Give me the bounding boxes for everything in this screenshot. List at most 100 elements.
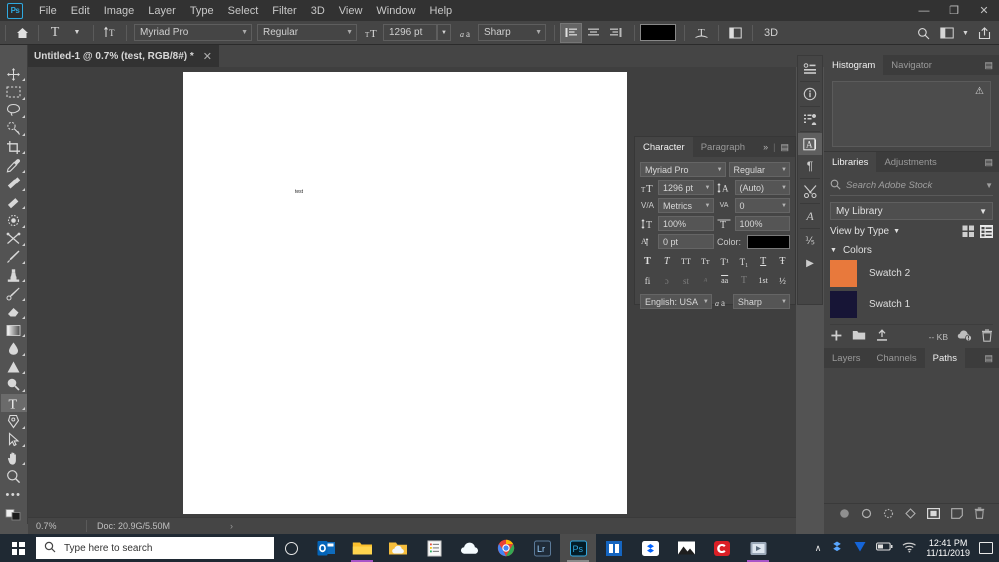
char-color-swatch[interactable] <box>747 234 790 249</box>
list-item[interactable]: Swatch 1 <box>830 291 993 318</box>
onedrive-folder-icon[interactable] <box>380 534 416 562</box>
tab-adjustments[interactable]: Adjustments <box>876 152 945 172</box>
canvas-text-layer[interactable]: test <box>295 189 303 195</box>
tab-layers[interactable]: Layers <box>824 348 869 368</box>
dodge-tool[interactable] <box>1 358 27 376</box>
photos-icon[interactable] <box>668 534 704 562</box>
windows-start-icon[interactable] <box>0 534 36 562</box>
crop-tool[interactable] <box>1 138 27 156</box>
make-work-path-icon[interactable] <box>904 507 916 522</box>
menu-view[interactable]: View <box>332 2 370 20</box>
marquee-tool[interactable] <box>1 83 27 101</box>
close-button[interactable]: ✕ <box>969 0 999 21</box>
kerning-select[interactable]: Metrics ▼ <box>658 198 714 213</box>
foreground-background-colors[interactable] <box>1 506 27 524</box>
titling-alternates-button[interactable]: aa <box>716 273 733 288</box>
media-player-icon[interactable] <box>740 534 776 562</box>
panel-menu-icon[interactable]: ▤ <box>984 60 993 71</box>
patch-tool[interactable] <box>1 193 27 211</box>
underline-button[interactable]: T <box>755 254 772 269</box>
menu-edit[interactable]: Edit <box>64 2 97 20</box>
font-size-select[interactable]: 1296 pt <box>383 24 437 41</box>
chevron-down-icon[interactable]: ▼ <box>66 23 88 43</box>
battery-icon[interactable] <box>876 541 893 555</box>
close-icon[interactable]: ✕ <box>203 50 212 63</box>
lasso-tool[interactable] <box>1 102 27 120</box>
bridge-icon[interactable] <box>596 534 632 562</box>
swash-button[interactable]: ᴬ <box>697 273 714 288</box>
document-tab[interactable]: Untitled-1 @ 0.7% (test, RGB/8#) * ✕ <box>22 45 219 67</box>
tab-libraries[interactable]: Libraries <box>824 152 877 172</box>
chevron-down-icon[interactable]: ▼ <box>437 24 451 41</box>
workspace-icon[interactable] <box>936 23 958 43</box>
gradient-tool[interactable] <box>1 321 27 339</box>
sticky-notes-icon[interactable] <box>416 534 452 562</box>
eraser-tool[interactable] <box>1 303 27 321</box>
cloud-sync-icon[interactable] <box>957 329 972 344</box>
chevron-down-icon[interactable]: ▼ <box>985 181 993 190</box>
notifications-icon[interactable] <box>979 542 993 554</box>
stroke-path-icon[interactable] <box>861 508 872 522</box>
subscript-button[interactable]: T₁ <box>735 254 752 269</box>
load-selection-icon[interactable] <box>883 508 894 522</box>
baseline-shift-input[interactable]: 0 pt <box>658 234 714 249</box>
edit-toolbar-tool[interactable]: ••• <box>1 485 27 503</box>
menu-window[interactable]: Window <box>369 2 422 20</box>
faux-bold-button[interactable]: T <box>639 254 656 269</box>
superscript-button[interactable]: T¹ <box>716 254 733 269</box>
layer-comps-icon[interactable] <box>798 108 822 130</box>
properties-icon[interactable] <box>798 58 822 80</box>
upload-icon[interactable] <box>875 328 889 345</box>
leading-select[interactable]: (Auto) ▼ <box>734 180 790 195</box>
cortana-icon[interactable] <box>274 534 308 562</box>
search-icon[interactable] <box>912 23 934 43</box>
quick-selection-tool[interactable] <box>1 120 27 138</box>
type-tool-icon[interactable]: T <box>44 23 66 43</box>
char-font-family-select[interactable]: Myriad Pro ▼ <box>640 162 726 177</box>
panel-menu-icon[interactable]: ▤ <box>984 353 993 364</box>
horizontal-scale-input[interactable]: 100% <box>734 216 790 231</box>
shuffle-tool[interactable] <box>1 230 27 248</box>
list-view-icon[interactable] <box>980 225 993 238</box>
swatch-color-2[interactable] <box>830 260 857 287</box>
spot-healing-brush-tool[interactable] <box>1 175 27 193</box>
small-caps-button[interactable]: Tт <box>697 254 714 269</box>
document-canvas[interactable]: test <box>183 72 627 514</box>
folder-icon[interactable] <box>852 329 866 344</box>
type-tool[interactable]: T <box>0 394 27 413</box>
pen-tool[interactable] <box>1 412 27 430</box>
font-style-select[interactable]: Regular ▼ <box>257 24 357 41</box>
list-item[interactable]: Swatch 2 <box>830 260 993 287</box>
text-orientation-icon[interactable]: T <box>99 23 121 43</box>
photoshop-icon[interactable]: Ps <box>560 534 596 562</box>
chevron-down-icon[interactable]: ▼ <box>960 23 971 43</box>
eyedropper-tool[interactable] <box>1 156 27 174</box>
delete-path-icon[interactable] <box>974 507 985 522</box>
glyphs-icon[interactable]: A <box>798 205 822 227</box>
tab-paragraph[interactable]: Paragraph <box>692 137 754 157</box>
vertical-scale-input[interactable]: 100% <box>658 216 714 231</box>
restore-button[interactable]: ❐ <box>939 0 969 21</box>
zoom-tool[interactable] <box>1 467 27 485</box>
strikethrough-button[interactable]: Ŧ <box>774 254 791 269</box>
toggle-panels-icon[interactable] <box>724 23 746 43</box>
clone-stamp-tool[interactable] <box>1 266 27 284</box>
paragraph-panel-icon[interactable]: ¶ <box>798 155 822 177</box>
stock-search-field[interactable]: Search Adobe Stock ▼ <box>830 178 993 196</box>
lightroom-icon[interactable]: Lr <box>524 534 560 562</box>
char-anti-alias-select[interactable]: Sharp ▼ <box>732 294 790 309</box>
warp-text-icon[interactable]: T <box>690 23 712 43</box>
menu-type[interactable]: Type <box>183 2 221 20</box>
hand-tool[interactable] <box>1 449 27 467</box>
trash-icon[interactable] <box>981 328 993 345</box>
brush-tool[interactable] <box>1 248 27 266</box>
view-by-type-label[interactable]: View by Type <box>830 226 889 237</box>
info-icon[interactable] <box>798 83 822 105</box>
contextual-alternates-button[interactable]: ɔ <box>658 273 675 288</box>
tray-expand-icon[interactable]: ∧ <box>815 543 822 554</box>
character-panel-icon[interactable]: A <box>798 133 822 155</box>
char-font-size-select[interactable]: 1296 pt ▼ <box>658 180 714 195</box>
all-caps-button[interactable]: TT <box>678 254 695 269</box>
tab-paths[interactable]: Paths <box>924 348 965 368</box>
tool-presets-icon[interactable] <box>798 180 822 202</box>
